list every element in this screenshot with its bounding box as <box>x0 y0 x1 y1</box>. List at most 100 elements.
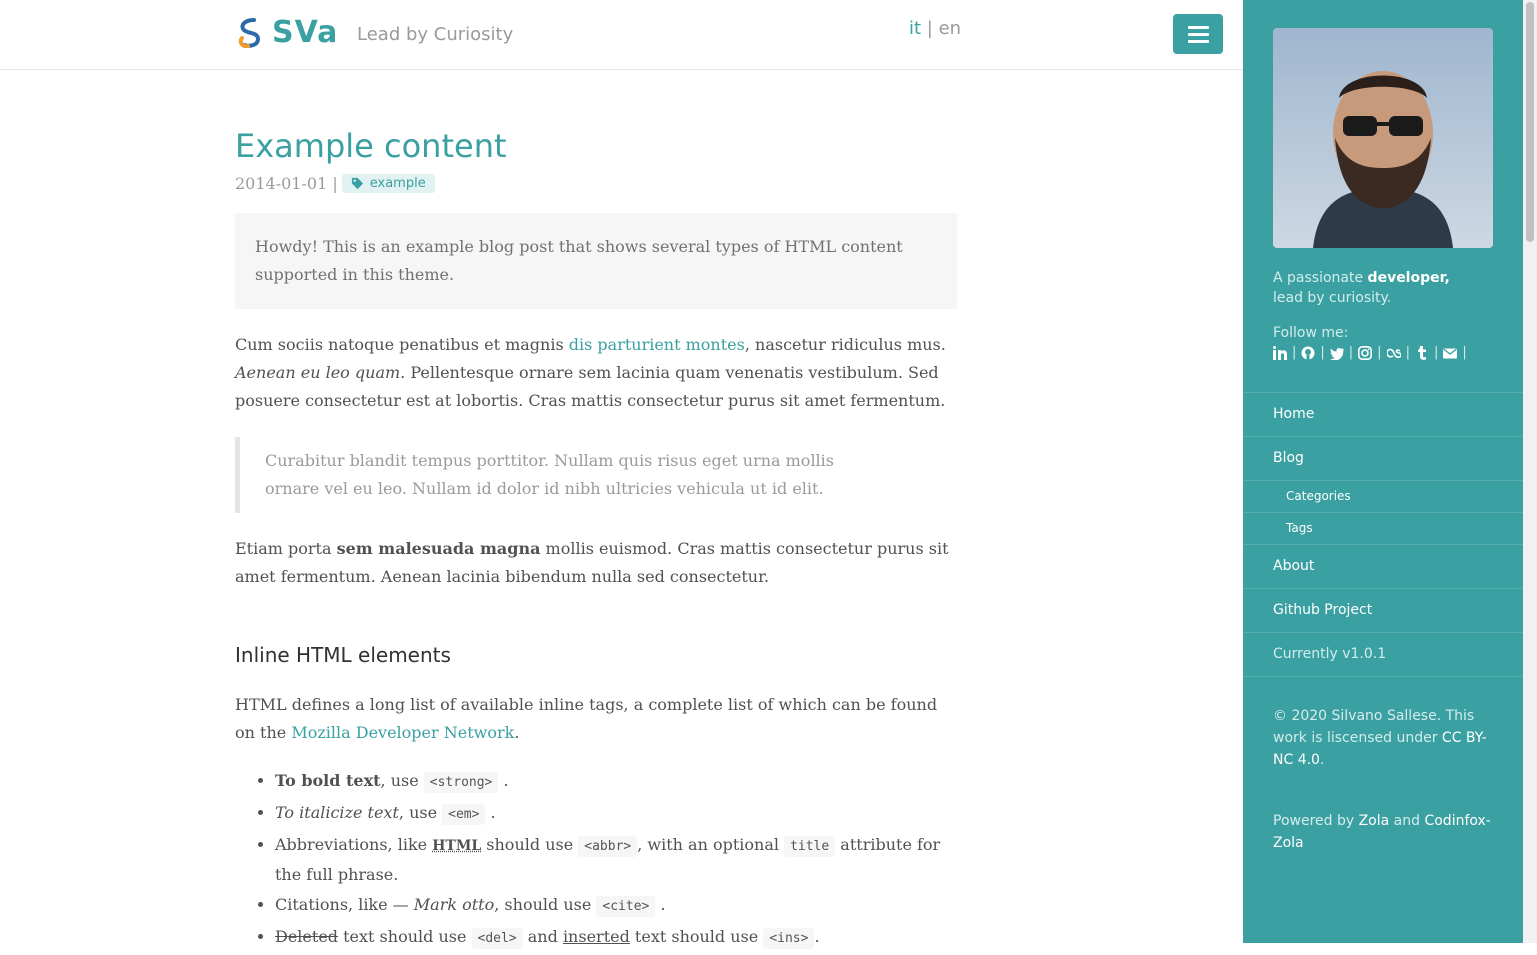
bio-text: lead by curiosity. <box>1273 290 1392 306</box>
sidebar: A passionate developer, lead by curiosit… <box>1243 0 1523 943</box>
code-snippet: <cite> <box>596 896 656 917</box>
license-text: © 2020 Silvano Sallese. This work is lis… <box>1273 705 1498 771</box>
text: . <box>660 895 666 914</box>
text: Citations, like — <box>275 895 414 914</box>
instagram-icon[interactable] <box>1358 346 1373 360</box>
license-end: . <box>1319 752 1325 768</box>
code-snippet: <abbr> <box>578 836 638 857</box>
paragraph-1: Cum sociis natoque penatibus et magnis d… <box>235 331 957 415</box>
citation-text: Mark otto <box>413 895 495 914</box>
emphasis-text: To italicize text <box>275 803 399 822</box>
text: . <box>503 771 509 790</box>
social-links: | | | | | | | <box>1273 343 1467 363</box>
text: , use <box>398 803 443 822</box>
sidebar-item-github[interactable]: Github Project <box>1243 588 1523 632</box>
paragraph-link[interactable]: dis parturient montes <box>569 335 745 354</box>
follow-label: Follow me: <box>1273 325 1349 341</box>
sidebar-item-tags[interactable]: Tags <box>1243 512 1523 544</box>
github-icon[interactable] <box>1301 346 1315 360</box>
site-logo[interactable]: SVa <box>236 18 338 48</box>
sidebar-item-categories[interactable]: Categories <box>1243 480 1523 512</box>
text: , should use <box>494 895 597 914</box>
list-item: To italicize text, use <em> . <box>275 799 957 829</box>
text: Etiam porta <box>235 539 337 558</box>
tag-badge[interactable]: example <box>341 174 435 193</box>
language-switcher: it | en <box>909 18 961 39</box>
lang-separator: | <box>926 18 933 39</box>
list-item: To bold text, use <strong> . <box>275 767 957 797</box>
sidebar-item-home[interactable]: Home <box>1243 392 1523 436</box>
code-snippet: <strong> <box>423 772 499 793</box>
code-snippet: <del> <box>471 928 523 949</box>
powered-and: and <box>1389 813 1425 829</box>
text: . <box>490 803 496 822</box>
bio-highlight: developer, <box>1367 270 1450 286</box>
section-heading: Inline HTML elements <box>235 643 451 667</box>
hamburger-icon-bar <box>1187 25 1209 29</box>
powered-label: Powered by <box>1273 813 1359 829</box>
text: Cum sociis natoque penatibus et magnis <box>235 335 569 354</box>
zola-link[interactable]: Zola <box>1359 813 1390 829</box>
sidebar-item-about[interactable]: About <box>1243 544 1523 588</box>
sidebar-item-blog[interactable]: Blog <box>1243 436 1523 480</box>
text: should use <box>481 835 579 854</box>
tag-icon <box>351 177 363 190</box>
code-snippet: title <box>784 836 836 857</box>
lang-en-link[interactable]: en <box>939 18 961 39</box>
text: , with an optional <box>637 835 785 854</box>
post-meta: 2014-01-01 | example <box>235 174 957 193</box>
text: . <box>814 927 820 946</box>
strong-text: To bold text <box>275 771 381 790</box>
mdn-link[interactable]: Mozilla Developer Network <box>291 723 514 742</box>
lastfm-icon[interactable] <box>1386 346 1401 360</box>
text: Abbreviations, like <box>275 835 433 854</box>
inline-elements-list: To bold text, use <strong> . To italiciz… <box>235 767 957 953</box>
list-item: Abbreviations, like HTML should use <abb… <box>275 831 957 889</box>
powered-by: Powered by Zola and Codinfox-Zola <box>1273 810 1498 854</box>
twitter-icon[interactable] <box>1329 346 1344 360</box>
tag-label: example <box>369 176 426 191</box>
lang-it-link[interactable]: it <box>909 18 921 39</box>
post-intro: Howdy! This is an example blog post that… <box>235 213 957 309</box>
avatar <box>1273 28 1493 248</box>
strong-text: sem malesuada magna <box>336 539 541 558</box>
sidebar-version: Currently v1.0.1 <box>1243 632 1523 677</box>
meta-separator: | <box>332 174 338 193</box>
logo-swirl-icon <box>238 18 261 48</box>
sidebar-nav: Home Blog Categories Tags About Github P… <box>1243 392 1523 677</box>
post-title[interactable]: Example content <box>235 128 957 164</box>
list-item: Deleted text should use <del> and insert… <box>275 923 957 953</box>
logo-text: SVa <box>272 15 339 50</box>
hamburger-icon-bar <box>1187 32 1209 36</box>
bio-text: A passionate <box>1273 270 1368 286</box>
paragraph-3: HTML defines a long list of available in… <box>235 691 957 747</box>
hamburger-icon-bar <box>1187 39 1209 43</box>
list-item: Citations, like — Mark otto, should use … <box>275 891 957 921</box>
menu-toggle-button[interactable] <box>1173 14 1223 54</box>
text: text should use <box>338 927 472 946</box>
text: , nascetur ridiculus mus. <box>744 335 946 354</box>
linkedin-icon[interactable] <box>1273 346 1287 360</box>
emphasis-text: Aenean eu leo quam. <box>235 363 406 382</box>
code-snippet: <ins> <box>763 928 815 949</box>
avatar-photo <box>1273 28 1493 248</box>
tumblr-icon[interactable] <box>1415 346 1429 360</box>
code-snippet: <em> <box>442 804 486 825</box>
paragraph-2: Etiam porta sem malesuada magna mollis e… <box>235 535 957 591</box>
text: , use <box>380 771 424 790</box>
abbreviation: HTML <box>432 838 482 854</box>
post-date: 2014-01-01 <box>235 174 328 193</box>
envelope-icon[interactable] <box>1443 346 1458 360</box>
text: and <box>522 927 563 946</box>
deleted-text: Deleted <box>275 927 339 946</box>
text: text should use <box>629 927 764 946</box>
scrollbar-thumb[interactable] <box>1526 2 1534 242</box>
follow-section: Follow me: | | | | | | | <box>1273 323 1467 363</box>
bio: A passionate developer, lead by curiosit… <box>1273 268 1450 308</box>
inserted-text: inserted <box>562 927 630 946</box>
site-tagline: Lead by Curiosity <box>357 24 514 45</box>
top-bar: SVa Lead by Curiosity it | en <box>0 0 1243 70</box>
blockquote: Curabitur blandit tempus porttitor. Null… <box>235 437 957 513</box>
post-content: Example content 2014-01-01 | example How… <box>235 100 957 955</box>
text: . <box>514 723 520 742</box>
